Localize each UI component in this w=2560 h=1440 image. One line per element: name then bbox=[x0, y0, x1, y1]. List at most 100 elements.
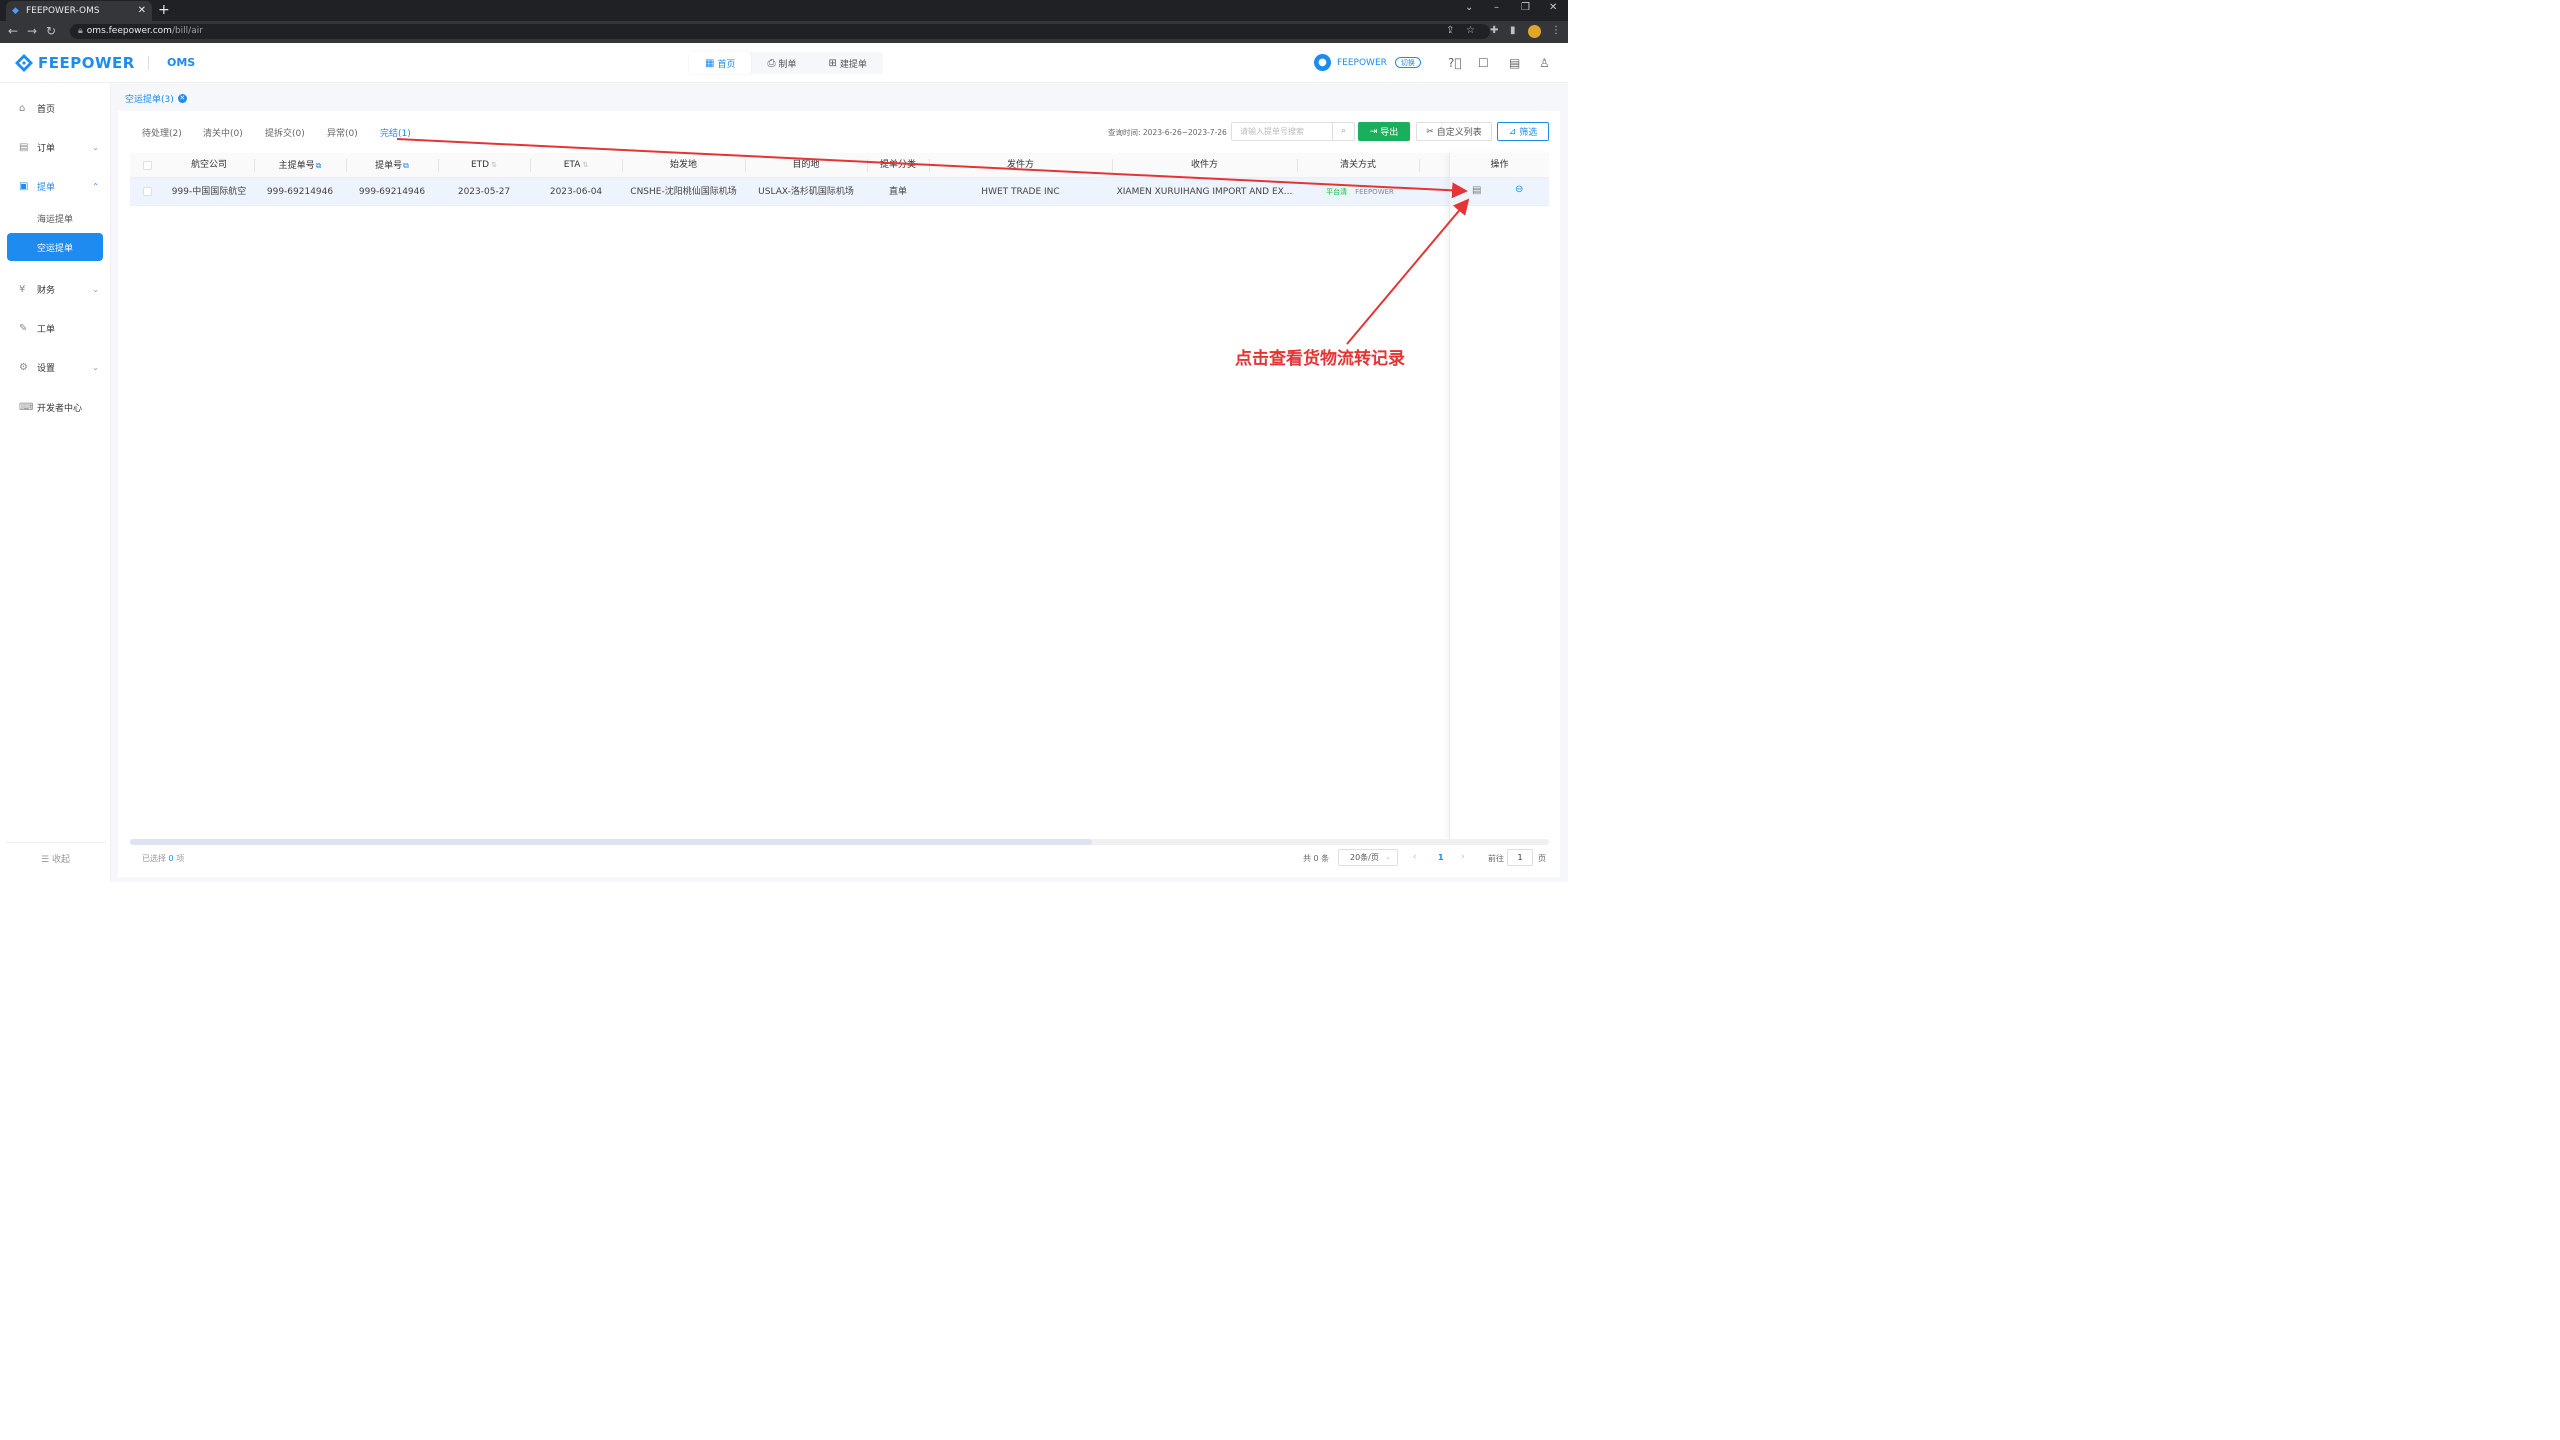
browser-tab[interactable]: ◆ FEEPOWER-OMS ✕ bbox=[6, 1, 152, 21]
main-panel bbox=[118, 111, 1560, 877]
export-button[interactable]: ⇥ 导出 bbox=[1358, 122, 1410, 141]
copy-icon[interactable]: ⧉ bbox=[403, 161, 409, 170]
minimize-icon[interactable]: – bbox=[1494, 2, 1499, 13]
url-bar[interactable]: 🔒︎ oms.feepower.com/bill/air bbox=[70, 24, 1490, 39]
close-page-tab-icon[interactable]: ✕ bbox=[177, 94, 187, 103]
copy-icon[interactable]: ⧉ bbox=[316, 161, 322, 170]
status-tab-pickup[interactable]: 提拆交(0) bbox=[265, 126, 305, 139]
share-icon[interactable]: ⇪ bbox=[1446, 25, 1454, 36]
help-icon[interactable]: ?⃝ bbox=[1448, 56, 1462, 70]
feepower-logo-icon bbox=[15, 54, 33, 72]
next-page-icon[interactable]: › bbox=[1461, 852, 1465, 862]
prev-page-icon[interactable]: ‹ bbox=[1413, 852, 1417, 862]
browser-tab-title: FEEPOWER-OMS bbox=[26, 6, 100, 16]
top-nav-create-bill[interactable]: ⊞ 建提单 bbox=[812, 52, 882, 74]
col-airline: 航空公司 bbox=[190, 160, 227, 170]
message-icon[interactable]: ☐ bbox=[1478, 56, 1489, 70]
col-destination: 目的地 bbox=[792, 160, 820, 170]
page-size-select[interactable]: 20条/页 ⌄ bbox=[1338, 849, 1398, 866]
col-consignee: 收件方 bbox=[1190, 160, 1218, 170]
more-actions-icon[interactable]: ⊖ bbox=[1515, 184, 1523, 195]
top-nav-make-order[interactable]: ⎙ 制单 bbox=[751, 52, 812, 74]
query-time: 查询时间: 2023-6-26~2023-7-26 bbox=[1108, 128, 1227, 137]
user-avatar-icon: ● bbox=[1314, 54, 1331, 71]
col-eta[interactable]: ETA ⇅ bbox=[530, 153, 622, 178]
sidebar-item-settings[interactable]: ⚙ 设置 ⌄ bbox=[0, 357, 111, 377]
select-all-checkbox[interactable] bbox=[143, 161, 152, 170]
search-input[interactable] bbox=[1232, 123, 1332, 140]
sidebar-item-label: 设置 bbox=[37, 363, 56, 374]
profile-avatar-icon[interactable] bbox=[1528, 25, 1541, 38]
sidebar-item-label: 工单 bbox=[37, 324, 56, 335]
goto-page-input[interactable]: 1 bbox=[1507, 849, 1533, 866]
sidebar-item-developer[interactable]: ⌨ 开发者中心 bbox=[0, 397, 111, 417]
sidebar-item-finance[interactable]: ¥ 财务 ⌄ bbox=[0, 279, 111, 299]
sidebar-item-home[interactable]: ⌂ 首页 bbox=[0, 98, 111, 118]
page-tab-air-bill[interactable]: 空运提单(3) ✕ bbox=[125, 92, 187, 105]
home-icon: ⌂ bbox=[19, 102, 26, 114]
developer-icon: ⌨ bbox=[19, 401, 34, 413]
back-icon[interactable]: ← bbox=[8, 24, 18, 38]
sidebar-sub-air-bill[interactable]: 空运提单 bbox=[7, 233, 103, 261]
bookmark-star-icon[interactable]: ☆ bbox=[1466, 25, 1475, 36]
brand-name: FEEPOWER bbox=[38, 54, 135, 72]
side-panel-icon[interactable]: ▮ bbox=[1510, 25, 1516, 36]
collapse-sidebar-button[interactable]: ☰ 收起 bbox=[0, 852, 111, 865]
view-logistics-record-icon[interactable]: ▤ bbox=[1472, 185, 1481, 196]
browser-tabstrip bbox=[0, 0, 1568, 21]
col-clearance: 清关方式 bbox=[1339, 160, 1376, 170]
col-etd[interactable]: ETD ⇅ bbox=[438, 153, 530, 178]
brand-logo[interactable]: FEEPOWER bbox=[14, 53, 135, 73]
sidebar-sub-ocean-bill[interactable]: 海运提单 bbox=[7, 204, 103, 232]
extensions-puzzle-icon[interactable]: ✚ bbox=[1490, 25, 1498, 36]
filter-label: 筛选 bbox=[1519, 128, 1538, 138]
row-checkbox[interactable] bbox=[143, 187, 152, 196]
grid-icon: ▦ bbox=[705, 57, 715, 69]
page-tab-label: 空运提单(3) bbox=[125, 95, 174, 105]
table-row[interactable]: 999-中国国际航空 999-69214946 999-69214946 202… bbox=[130, 178, 1549, 206]
lock-icon: 🔒︎ bbox=[78, 26, 83, 36]
sidebar-item-orders[interactable]: ▤ 订单 ⌄ bbox=[0, 137, 111, 157]
browser-menu-icon[interactable]: ⋮ bbox=[1551, 25, 1561, 36]
tab-search-icon[interactable]: ⌄ bbox=[1465, 2, 1473, 13]
col-bill-no: 提单号⧉ bbox=[346, 153, 438, 178]
new-tab-icon[interactable]: + bbox=[158, 2, 170, 18]
scrollbar-thumb[interactable] bbox=[130, 839, 1092, 845]
restore-icon[interactable]: ❐ bbox=[1521, 2, 1530, 13]
status-tab-completed[interactable]: 完结(1) bbox=[380, 126, 411, 139]
user-menu[interactable]: ● FEEPOWER 切换 bbox=[1314, 54, 1421, 71]
col-master-bill: 主提单号⧉ bbox=[254, 153, 346, 178]
cell-shipper: HWET TRADE INC bbox=[981, 187, 1060, 197]
top-nav: ▦ 首页 ⎙ 制单 ⊞ 建提单 bbox=[689, 52, 883, 74]
collapse-icon: ☰ bbox=[41, 855, 52, 865]
sidebar-item-tickets[interactable]: ✎ 工单 bbox=[0, 318, 111, 338]
account-icon[interactable]: ♙ bbox=[1539, 56, 1550, 70]
url-path: /bill/air bbox=[171, 26, 203, 36]
status-tab-exception[interactable]: 异常(0) bbox=[327, 126, 358, 139]
custom-columns-button[interactable]: ✂ 自定义列表 bbox=[1416, 122, 1492, 141]
cell-etd: 2023-05-27 bbox=[457, 187, 511, 197]
top-nav-home[interactable]: ▦ 首页 bbox=[689, 52, 752, 74]
current-page[interactable]: 1 bbox=[1438, 853, 1444, 862]
sidebar-item-label: 首页 bbox=[37, 104, 56, 115]
status-tab-clearing[interactable]: 清关中(0) bbox=[203, 126, 243, 139]
filter-button[interactable]: ⊿ 筛选 bbox=[1497, 122, 1549, 141]
search-icon[interactable]: ⌕ bbox=[1332, 123, 1354, 140]
col-eta-label: ETA bbox=[563, 160, 581, 170]
cell-airline: 999-中国国际航空 bbox=[171, 187, 247, 197]
selected-prefix: 已选择 bbox=[142, 854, 166, 863]
page-size-value: 20条/页 bbox=[1350, 853, 1379, 862]
reload-icon[interactable]: ↻ bbox=[46, 24, 56, 38]
close-tab-icon[interactable]: ✕ bbox=[138, 5, 146, 16]
close-window-icon[interactable]: ✕ bbox=[1549, 2, 1557, 13]
sidebar-divider bbox=[6, 842, 106, 843]
status-tab-pending[interactable]: 待处理(2) bbox=[142, 126, 182, 139]
cell-destination: USLAX-洛杉矶国际机场 bbox=[758, 187, 854, 197]
calendar-icon[interactable]: ▤ bbox=[1509, 56, 1520, 70]
switch-account-badge[interactable]: 切换 bbox=[1394, 57, 1421, 68]
sidebar-item-bills[interactable]: ▣ 提单 ⌃ bbox=[0, 176, 111, 196]
custom-columns-label: 自定义列表 bbox=[1436, 128, 1482, 138]
selected-number: 0 bbox=[168, 854, 174, 863]
feepower-favicon-icon: ◆ bbox=[12, 5, 19, 16]
forward-icon[interactable]: → bbox=[27, 24, 37, 38]
